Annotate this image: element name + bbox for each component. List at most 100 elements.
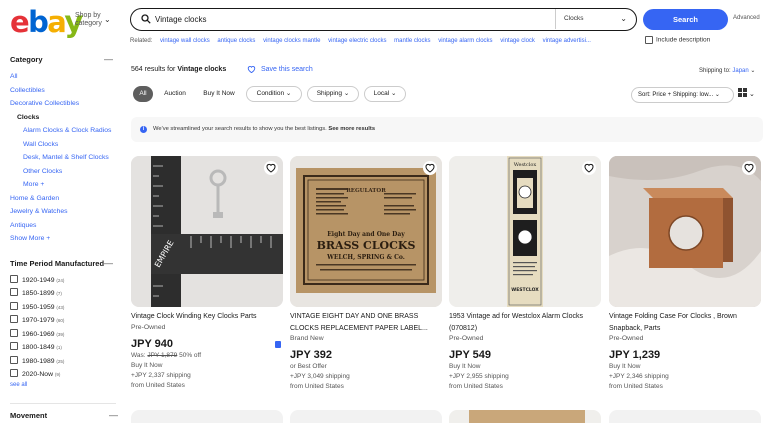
advanced-search-link[interactable]: Advanced [733, 15, 760, 21]
movement-heading[interactable]: Movement — [10, 410, 118, 420]
sort-dropdown[interactable]: Sort: Price + Shipping: low... ⌄ [631, 87, 734, 103]
period-filter[interactable]: 1970-1979 (60) [10, 314, 116, 328]
watch-button[interactable] [423, 161, 437, 175]
sidebar-item-antiques[interactable]: Antiques [10, 219, 116, 233]
listing-was-price: Was: JPY 1,879 50% off [131, 351, 283, 361]
collapse-icon[interactable]: — [104, 54, 113, 64]
checkbox-icon[interactable] [645, 36, 653, 44]
listing-image[interactable]: EMPIRE [131, 156, 283, 307]
chip-shipping[interactable]: Shipping ⌄ [307, 86, 359, 102]
chip-local[interactable]: Local ⌄ [364, 86, 406, 102]
label-art-regulator: REGULATOR [346, 188, 386, 194]
chip-local-label: Local [373, 90, 390, 97]
sidebar-item-wall-clocks[interactable]: Wall Clocks [10, 138, 116, 152]
related-link[interactable]: vintage electric clocks [328, 38, 386, 44]
category-select[interactable]: Clocks ⌄ [555, 9, 637, 29]
sidebar-item-alarm-clocks[interactable]: Alarm Clocks & Clock Radios [10, 124, 116, 138]
collapse-icon[interactable]: — [104, 258, 113, 268]
checkbox-icon[interactable] [10, 315, 18, 323]
period-count: (43) [56, 304, 65, 310]
period-label: 1960-1969 [22, 330, 55, 338]
watch-button[interactable] [742, 161, 756, 175]
sidebar: Category — All Collectibles Decorative C… [10, 54, 116, 388]
listing-image[interactable]: Westclox WESTCLOX [449, 156, 601, 307]
listing-image[interactable] [609, 410, 761, 423]
related-link[interactable]: antique clocks [217, 38, 255, 44]
checkbox-icon[interactable] [10, 301, 18, 310]
checkbox-icon[interactable] [10, 274, 18, 283]
related-link[interactable]: vintage clocks mantle [263, 38, 320, 44]
include-description-label: Include description [656, 36, 711, 44]
chevron-down-icon: ⌄ [748, 91, 755, 98]
listing-image[interactable]: REGULATOR Eight Day and One Day BRASS CL… [290, 156, 442, 307]
shipping-to-value[interactable]: Japan [732, 68, 748, 74]
chip-condition-label: Condition [256, 90, 285, 97]
save-search-button[interactable]: Save this search [247, 65, 313, 73]
view-toggle[interactable]: ⌄ [738, 87, 762, 103]
include-description-checkbox[interactable]: Include description [645, 36, 710, 44]
chip-auction[interactable]: Auction [157, 86, 193, 102]
period-filter[interactable]: 1950-1959 (43) [10, 301, 116, 315]
checkbox-icon[interactable] [10, 328, 18, 337]
search-input[interactable] [155, 13, 535, 26]
watch-button[interactable] [264, 161, 278, 175]
listing-card[interactable]: REGULATOR Eight Day and One Day BRASS CL… [290, 156, 442, 392]
sidebar-item-more[interactable]: More + [10, 178, 116, 192]
sidebar-item-other-clocks[interactable]: Other Clocks [10, 165, 116, 179]
period-filter[interactable]: 2020-Now (9) [10, 368, 116, 382]
related-link[interactable]: vintage advertisi... [543, 38, 591, 44]
checkbox-icon[interactable] [10, 355, 18, 364]
checkbox-icon[interactable] [10, 342, 18, 350]
related-link[interactable]: vintage wall clocks [160, 38, 210, 44]
period-filter[interactable]: 1980-1989 (25) [10, 355, 116, 369]
listing-image[interactable] [131, 410, 283, 423]
ad-footer: WESTCLOX [511, 287, 539, 293]
listing-card[interactable]: EMPIRE Vintage Clock Winding Key Clocks … [131, 156, 283, 391]
listing-card[interactable]: Westclox WESTCLOX 1953 Vintage ad for We… [449, 156, 601, 392]
listing-title[interactable]: Vintage Clock Winding Key Clocks Parts [131, 311, 283, 323]
chip-condition[interactable]: Condition ⌄ [246, 86, 302, 102]
chip-buy-it-now[interactable]: Buy It Now [197, 86, 241, 102]
period-filter[interactable]: 1850-1899 (7) [10, 287, 116, 301]
period-filter[interactable]: 1960-1969 (39) [10, 328, 116, 342]
search-button[interactable]: Search [643, 9, 728, 30]
listing-title[interactable]: VINTAGE EIGHT DAY AND ONE BRASS CLOCKS R… [290, 311, 442, 334]
result-query: Vintage clocks [177, 66, 227, 73]
chip-all[interactable]: All [133, 86, 153, 102]
sidebar-item-clocks[interactable]: Clocks [10, 111, 116, 125]
sidebar-item-collectibles[interactable]: Collectibles [10, 84, 116, 98]
listing-title[interactable]: 1953 Vintage ad for Westclox Alarm Clock… [449, 311, 601, 334]
checkbox-icon[interactable] [10, 288, 18, 296]
sidebar-item-jewelry[interactable]: Jewelry & Watches [10, 205, 116, 219]
ebay-logo[interactable]: ebay [10, 8, 83, 37]
listing-image[interactable] [290, 410, 442, 423]
watch-button[interactable] [582, 161, 596, 175]
listing-image[interactable] [609, 156, 761, 307]
listing-location: from United States [609, 383, 663, 390]
sidebar-item-show-more[interactable]: Show More + [10, 232, 116, 246]
checkbox-icon[interactable] [10, 369, 18, 377]
time-period-heading[interactable]: Time Period Manufactured — [10, 258, 116, 271]
period-label: 1970-1979 [22, 317, 55, 324]
listing-title[interactable]: Vintage Folding Case For Clocks , Brown … [609, 311, 761, 334]
see-more-results-link[interactable]: See more results [328, 126, 375, 132]
listing-price: JPY 1,239 [609, 349, 661, 361]
was-price: JPY 1,879 [147, 351, 178, 359]
period-filter[interactable]: 1920-1949 (24) [10, 274, 116, 288]
shipping-to[interactable]: Shipping to: Japan ⌄ [699, 67, 755, 74]
sidebar-item-desk-clocks[interactable]: Desk, Mantel & Shelf Clocks [10, 151, 116, 165]
sidebar-item-home-garden[interactable]: Home & Garden [10, 192, 116, 206]
category-heading[interactable]: Category — [10, 54, 116, 67]
period-filter[interactable]: 1800-1849 (1) [10, 341, 116, 355]
collapse-icon[interactable]: — [109, 410, 118, 420]
see-all-link[interactable]: see all [10, 382, 116, 388]
listing-photo [469, 410, 585, 423]
related-link[interactable]: mantle clocks [394, 38, 430, 44]
banner-text: We've streamlined your search results to… [153, 126, 327, 132]
listing-image[interactable] [449, 410, 601, 423]
sidebar-item-all[interactable]: All [10, 70, 116, 84]
related-link[interactable]: vintage alarm clocks [438, 38, 492, 44]
related-link[interactable]: vintage clock [500, 38, 535, 44]
sidebar-item-decorative-collectibles[interactable]: Decorative Collectibles [10, 97, 116, 111]
listing-card[interactable]: Vintage Folding Case For Clocks , Brown … [609, 156, 761, 392]
